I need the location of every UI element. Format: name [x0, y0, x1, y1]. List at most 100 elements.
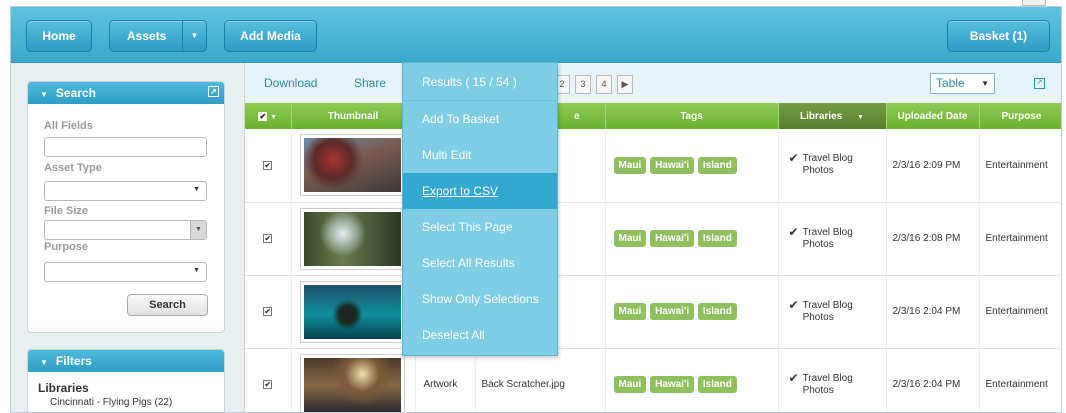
tag-badge[interactable]: Hawai'i: [650, 303, 695, 320]
thumbnail-cell[interactable]: [291, 129, 416, 203]
page-button-3[interactable]: 3: [575, 75, 591, 94]
thumbnail-frame[interactable]: [299, 353, 405, 412]
tag-badge[interactable]: Hawai'i: [650, 156, 695, 174]
menu-item-add-to-basket[interactable]: Add To Basket: [403, 101, 557, 137]
view-mode-select[interactable]: Table ▼: [930, 73, 995, 94]
table-row[interactable]: ✔ Maui Hawai'i Island ✔ Travel Blog Photo…: [245, 202, 1061, 276]
asset-type-select[interactable]: ▼: [44, 181, 207, 201]
tags-cell: Maui Hawai'i Island: [605, 129, 779, 203]
thumbnail-frame[interactable]: [299, 207, 405, 270]
purpose-cell: Entertainment: [979, 202, 1061, 276]
file-size-select[interactable]: ▼: [44, 220, 207, 240]
purpose-cell: Entertainment: [979, 275, 1061, 349]
next-arrow-icon: ▶: [621, 79, 629, 89]
row-select-cell[interactable]: ✔: [245, 129, 292, 203]
purpose-label: Purpose: [44, 241, 89, 253]
libraries-cell: ✔ Travel Blog Photos: [778, 129, 887, 203]
uploaded-date-cell: 2/3/16 2:08 PM: [886, 202, 980, 276]
thumbnail-column-header[interactable]: Thumbnail: [291, 103, 416, 129]
next-page-button[interactable]: ▶: [617, 75, 633, 94]
row-select-cell[interactable]: ✔: [245, 348, 292, 412]
menu-item-show-only-selections[interactable]: Show Only Selections: [403, 281, 557, 317]
libraries-column-header[interactable]: Libraries ▼: [778, 103, 887, 129]
checkmark-icon: ✔: [788, 297, 799, 312]
add-media-button[interactable]: Add Media: [224, 20, 317, 52]
library-name: Travel Blog Photos: [802, 372, 853, 396]
home-button[interactable]: Home: [26, 20, 92, 52]
collapse-triangle-icon: ▼: [40, 358, 48, 367]
library-filter-item[interactable]: Cincinnati - Flying Pigs (22): [50, 397, 172, 408]
tag-badge[interactable]: Hawai'i: [650, 376, 695, 393]
menu-item-select-this-page[interactable]: Select This Page: [403, 209, 557, 245]
select-all-header[interactable]: ✔ ▼: [245, 103, 292, 129]
table-row[interactable]: ✔ Artwork Back Scratcher.jpg Maui Hawai'…: [245, 348, 1061, 412]
assets-dropdown-caret-icon[interactable]: ▼: [182, 21, 206, 51]
purpose-select[interactable]: ▼: [44, 262, 207, 282]
menu-item-deselect-all[interactable]: Deselect All: [403, 317, 557, 353]
all-fields-label: All Fields: [44, 120, 93, 132]
select-arrow-icon: ▼: [190, 221, 206, 239]
table-row[interactable]: ✔ Maui Hawai'i Island ✔ Travel Blog Photo…: [245, 275, 1061, 349]
thumbnail-frame[interactable]: [299, 134, 405, 197]
tag-badge[interactable]: Maui: [613, 230, 647, 247]
purpose-column-header[interactable]: Purpose: [979, 103, 1061, 129]
thumbnail-frame[interactable]: [299, 280, 405, 343]
download-link[interactable]: Download: [264, 76, 317, 90]
checkmark-icon: ✔: [788, 370, 799, 385]
menu-item-select-all-results[interactable]: Select All Results: [403, 245, 557, 281]
page-button-4[interactable]: 4: [596, 75, 612, 94]
tag-badge[interactable]: Hawai'i: [650, 230, 695, 247]
filters-panel-header[interactable]: ▼ Filters: [28, 350, 224, 372]
library-name: Travel Blog Photos: [802, 153, 853, 177]
basket-button[interactable]: Basket (1): [947, 20, 1050, 52]
row-checkbox[interactable]: ✔: [263, 234, 273, 243]
library-name: Travel Blog Photos: [802, 226, 853, 250]
libraries-cell: ✔ Travel Blog Photos: [778, 348, 887, 412]
edit-icon[interactable]: ↗: [208, 86, 219, 97]
select-arrow-icon: ▼: [981, 79, 989, 88]
assets-label: Assets: [127, 29, 167, 43]
thumbnail-image: [303, 138, 401, 193]
tag-badge[interactable]: Maui: [613, 303, 647, 320]
select-arrow-icon: ▼: [193, 267, 200, 274]
thumbnail-image: [303, 357, 401, 412]
filters-panel-title: Filters: [55, 354, 92, 368]
file-size-label: File Size: [44, 205, 89, 217]
uploaded-date-cell: 2/3/16 2:04 PM: [886, 348, 980, 412]
checkmark-icon: ✔: [788, 151, 799, 166]
libraries-cell: ✔ Travel Blog Photos: [778, 202, 887, 276]
table-row[interactable]: ✔ .jpg Maui Hawai'i Island ✔Travel Blog …: [245, 129, 1061, 203]
uploaded-date-column-header[interactable]: Uploaded Date: [886, 103, 980, 129]
row-checkbox[interactable]: ✔: [263, 160, 273, 170]
tag-badge[interactable]: Maui: [613, 156, 647, 174]
tags-cell: Maui Hawai'i Island: [605, 348, 779, 412]
tag-badge[interactable]: Maui: [613, 376, 647, 393]
uploaded-date-cell: 2/3/16 2:09 PM: [886, 129, 980, 203]
select-menu-caret-icon[interactable]: ▼: [270, 114, 277, 121]
thumbnail-cell[interactable]: [291, 275, 416, 349]
share-link[interactable]: Share: [354, 76, 386, 90]
row-checkbox[interactable]: ✔: [263, 380, 273, 389]
purpose-cell: Entertainment: [979, 129, 1061, 203]
row-select-cell[interactable]: ✔: [245, 275, 292, 349]
tag-badge[interactable]: Island: [697, 230, 737, 247]
tags-column-header[interactable]: Tags: [605, 103, 779, 129]
results-table: ✔ ▼ Thumbnail e Tags Libraries ▼ Uploade…: [245, 103, 1061, 412]
row-checkbox[interactable]: ✔: [263, 307, 273, 316]
search-panel-header[interactable]: ▼ Search ↗: [28, 82, 224, 104]
edit-columns-icon[interactable]: ↗: [1034, 78, 1045, 89]
select-all-checkbox[interactable]: ✔: [258, 111, 268, 121]
tag-badge[interactable]: Island: [697, 303, 737, 320]
tag-badge[interactable]: Island: [697, 156, 737, 174]
menu-item-multi-edit[interactable]: Multi Edit: [403, 137, 557, 173]
tag-badge[interactable]: Island: [697, 376, 737, 393]
row-select-cell[interactable]: ✔: [245, 202, 292, 276]
thumbnail-cell[interactable]: [291, 202, 416, 276]
all-fields-input[interactable]: [44, 137, 207, 157]
results-count-toggle[interactable]: Results ( 15 / 54 ): [403, 63, 557, 101]
thumbnail-cell[interactable]: [291, 348, 416, 412]
results-toolbar: Download Share 1 2 3 4 ▶ Table ▼ ↗: [245, 63, 1061, 103]
search-button[interactable]: Search: [127, 294, 208, 316]
assets-button[interactable]: Assets ▼: [109, 20, 207, 52]
menu-item-export-to-csv[interactable]: Export to CSV: [403, 173, 557, 209]
